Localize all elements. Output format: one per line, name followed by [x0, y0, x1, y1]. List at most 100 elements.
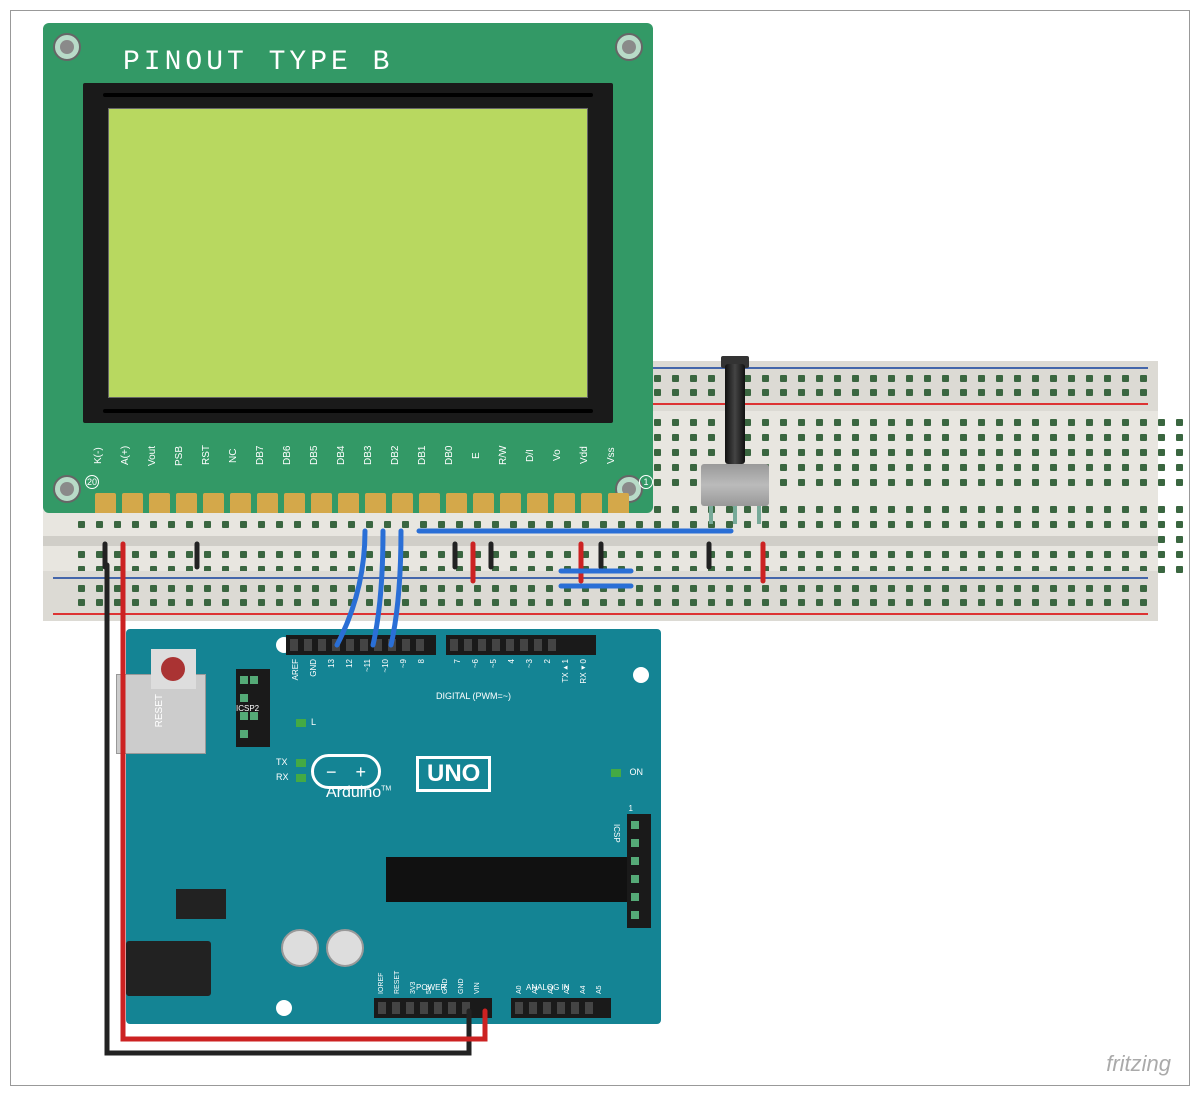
digital-pin-label: ~10 — [381, 659, 390, 673]
tx-led-icon — [296, 759, 306, 767]
digital-pin-label: GND — [309, 659, 318, 677]
lcd-pad — [122, 493, 143, 513]
lcd-screen — [108, 108, 588, 398]
lcd-pin-label: Vout — [147, 438, 174, 473]
power-pin-label: GND — [442, 968, 449, 994]
lcd-pin-number: 20 — [85, 475, 99, 489]
power-header — [374, 998, 492, 1018]
diagram-canvas: PINOUT TYPE B K(-)A(+)VoutPSBRSTNCDB7DB6… — [10, 10, 1190, 1086]
lcd-pin-label: A(+) — [120, 438, 147, 473]
pot-shaft — [725, 364, 745, 464]
on-led-icon — [611, 769, 621, 777]
analog-pin-label: A2 — [548, 976, 555, 994]
mounting-hole-icon — [276, 1000, 292, 1016]
lcd-title: PINOUT TYPE B — [123, 47, 393, 78]
lcd-pad — [473, 493, 494, 513]
digital-pin-label: AREF — [291, 659, 300, 680]
reset-button[interactable] — [151, 649, 196, 689]
digital-pin-label: 4 — [507, 659, 516, 663]
analog-pin-label: A5 — [596, 976, 603, 994]
breadboard-bottom-rail — [43, 571, 1158, 621]
lcd-pin-label: D/I — [525, 438, 552, 473]
lcd-pad — [527, 493, 548, 513]
rx-label: RX — [276, 772, 289, 782]
rx-led-icon — [296, 774, 306, 782]
lcd-pin-label: Vdd — [579, 438, 606, 473]
lcd-pad — [392, 493, 413, 513]
capacitor-icon — [281, 929, 319, 967]
attribution: fritzing — [1106, 1051, 1171, 1077]
lcd-pin-label: DB5 — [309, 438, 336, 473]
lcd-pad — [95, 493, 116, 513]
analog-pin-label: A3 — [564, 976, 571, 994]
lcd-pin-label: K(-) — [93, 438, 120, 473]
lcd-pin-label: DB3 — [363, 438, 390, 473]
digital-pin-label: 7 — [453, 659, 462, 663]
digital-header-1 — [286, 635, 436, 655]
digital-pin-label: 13 — [327, 659, 336, 668]
lcd-pad — [446, 493, 467, 513]
digital-label: DIGITAL (PWM=~) — [436, 691, 511, 701]
lcd-pad — [176, 493, 197, 513]
lcd-pad — [581, 493, 602, 513]
analog-header — [511, 998, 611, 1018]
arduino-uno: RESET AREFGND1312~11~10~987~6~54~32TX▸1R… — [126, 629, 661, 1024]
digital-pin-label: ~6 — [471, 659, 480, 668]
lcd-pad — [311, 493, 332, 513]
lcd-pad — [338, 493, 359, 513]
pot-leg — [757, 506, 761, 524]
power-pin-label: IOREF — [378, 968, 385, 994]
lcd-pin-label: RST — [201, 438, 228, 473]
icsp2-label: ICSP2 — [236, 704, 259, 713]
lcd-pin-label: E — [471, 438, 498, 473]
lcd-pad — [554, 493, 575, 513]
arduino-board-name: UNO — [416, 756, 491, 792]
lcd-pin-label: DB0 — [444, 438, 471, 473]
lcd-pad — [365, 493, 386, 513]
lcd-pad — [230, 493, 251, 513]
power-pin-label: 3V3 — [410, 968, 417, 994]
lcd-pin-number: 1 — [639, 475, 653, 489]
icsp-pin1: 1 — [629, 804, 633, 813]
lcd-pin-labels: K(-)A(+)VoutPSBRSTNCDB7DB6DB5DB4DB3DB2DB… — [93, 438, 633, 473]
lcd-pad — [203, 493, 224, 513]
lcd-pad — [149, 493, 170, 513]
on-label: ON — [630, 767, 644, 777]
l-label: L — [311, 717, 316, 727]
lcd-pin-label: DB2 — [390, 438, 417, 473]
power-pin-label: 5V — [426, 968, 433, 994]
lcd-module: PINOUT TYPE B K(-)A(+)VoutPSBRSTNCDB7DB6… — [43, 23, 653, 513]
screw-icon — [53, 475, 81, 503]
icsp-header — [627, 814, 651, 928]
l-led-icon — [296, 719, 306, 727]
power-pin-label: GND — [458, 968, 465, 994]
mounting-hole-icon — [633, 667, 649, 683]
lcd-pin-label: NC — [228, 438, 255, 473]
digital-pin-label: TX▸1 — [561, 659, 570, 683]
lcd-pad — [257, 493, 278, 513]
pot-leg — [709, 506, 713, 524]
analog-pin-label: A4 — [580, 976, 587, 994]
digital-pin-label: 2 — [543, 659, 552, 663]
digital-pin-label: ~9 — [399, 659, 408, 668]
digital-pin-label: ~3 — [525, 659, 534, 668]
digital-pin-label: ~11 — [363, 659, 372, 672]
regulator-icon — [176, 889, 226, 919]
lcd-pin-label: DB7 — [255, 438, 282, 473]
reset-label: RESET — [154, 694, 165, 727]
lcd-pad — [419, 493, 440, 513]
lcd-pad — [500, 493, 521, 513]
lcd-pin-label: Vss — [606, 438, 633, 473]
pot-body — [701, 464, 769, 506]
power-jack-icon — [126, 941, 211, 996]
lcd-pin-label: R/W — [498, 438, 525, 473]
screw-icon — [53, 33, 81, 61]
power-pin-label: VIN — [474, 968, 481, 994]
analog-pin-label: A1 — [532, 976, 539, 994]
analog-pin-label: A0 — [516, 976, 523, 994]
tx-label: TX — [276, 757, 288, 767]
lcd-pad — [608, 493, 629, 513]
power-pin-label: RESET — [394, 968, 401, 994]
lcd-frame — [83, 83, 613, 423]
lcd-pads — [95, 493, 629, 513]
